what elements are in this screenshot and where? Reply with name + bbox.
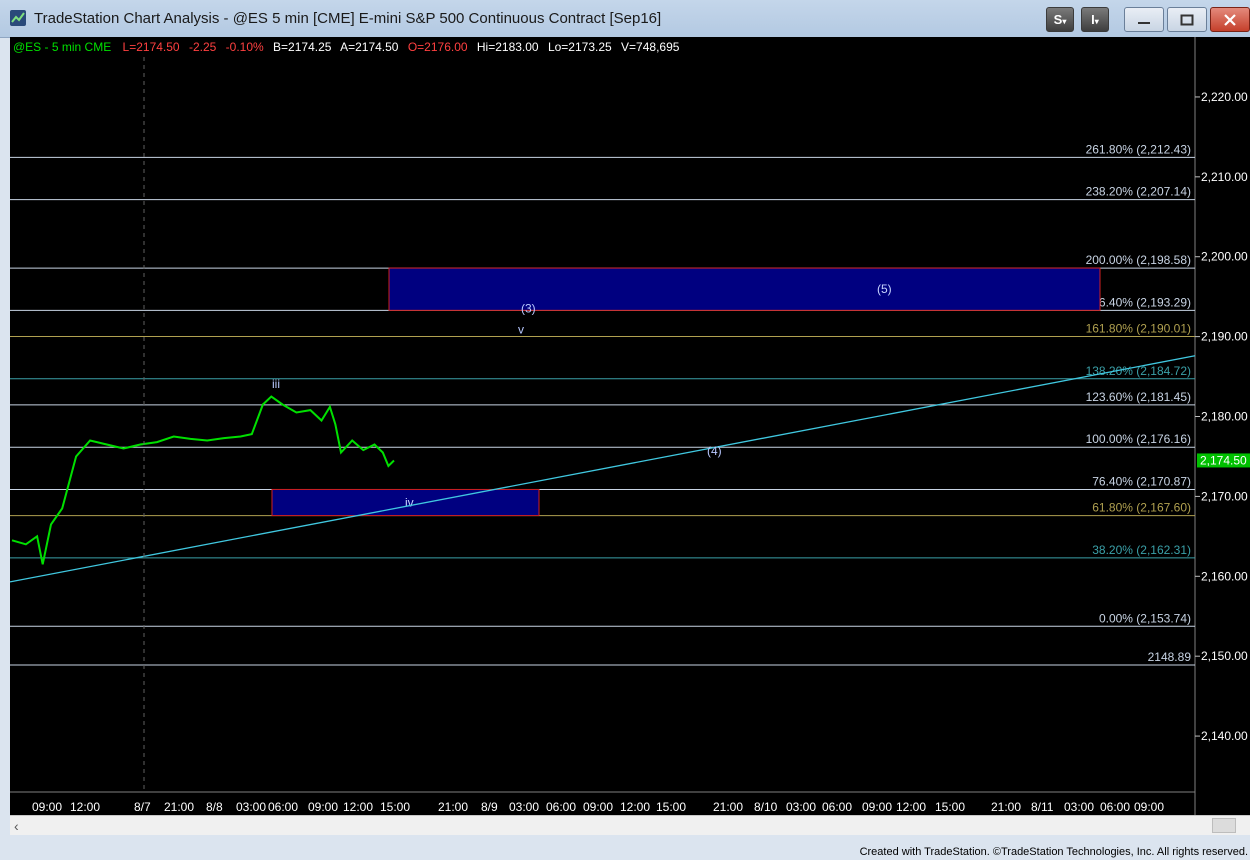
footer-copyright: Created with TradeStation. ©TradeStation…	[859, 846, 1248, 858]
fib-level-label: 200.00% (2,198.58)	[1086, 253, 1191, 267]
fib-level-label: 261.80% (2,212.43)	[1086, 142, 1191, 156]
title-bar[interactable]: TradeStation Chart Analysis - @ES 5 min …	[0, 0, 1250, 38]
target-zone	[388, 267, 1101, 311]
x-tick-label: 03:00	[786, 800, 816, 814]
x-tick-label: 8/7	[134, 800, 151, 814]
info-high: Hi=2183.00	[477, 40, 539, 54]
wave-label: iii	[272, 377, 280, 391]
x-tick-label: 09:00	[862, 800, 892, 814]
minimize-icon	[1138, 22, 1150, 24]
y-tick-label: 2,210.00	[1201, 170, 1248, 184]
fibonacci-levels: 261.80% (2,212.43) 238.20% (2,207.14) 200.…	[10, 142, 1195, 666]
trendline[interactable]	[10, 355, 1196, 583]
x-tick-label: 03:00	[1064, 800, 1094, 814]
x-tick-label: 09:00	[583, 800, 613, 814]
y-tick-label: 2,160.00	[1201, 569, 1248, 583]
x-tick-label: 8/9	[481, 800, 498, 814]
x-tick-label: 09:00	[308, 800, 338, 814]
window-title: TradeStation Chart Analysis - @ES 5 min …	[34, 10, 662, 27]
x-tick-label: 12:00	[343, 800, 373, 814]
y-tick-label: 2,190.00	[1201, 330, 1248, 344]
x-tick-label: 06:00	[822, 800, 852, 814]
chart-canvas[interactable]: @ES - 5 min CME L=2174.50 -2.25 -0.10% B…	[10, 37, 1250, 815]
scroll-left-arrow-icon[interactable]: ‹	[14, 817, 30, 835]
x-tick-label: 21:00	[991, 800, 1021, 814]
zone-label: (5)	[877, 282, 892, 296]
x-tick-label: 09:00	[1134, 800, 1164, 814]
wave-label: (3)	[521, 302, 536, 316]
x-tick-label: 15:00	[380, 800, 410, 814]
fib-level-label: 176.40% (2,193.29)	[1086, 295, 1191, 309]
chart-window: TradeStation Chart Analysis - @ES 5 min …	[0, 0, 1250, 860]
fib-level-label: 123.60% (2,181.45)	[1086, 390, 1191, 404]
s-menu-button[interactable]: S▾	[1046, 7, 1074, 32]
minimize-button[interactable]	[1124, 7, 1164, 32]
fib-level-label: 76.40% (2,170.87)	[1092, 474, 1191, 488]
info-bar: @ES - 5 min CME L=2174.50 -2.25 -0.10% B…	[13, 40, 680, 54]
y-tick-label: 2,220.00	[1201, 90, 1248, 104]
price-line	[11, 395, 395, 565]
price-series	[11, 395, 395, 565]
x-tick-label: 06:00	[546, 800, 576, 814]
fib-level-label: 38.20% (2,162.31)	[1092, 543, 1191, 557]
y-tick-label: 2,200.00	[1201, 250, 1248, 264]
maximize-icon	[1180, 14, 1194, 26]
target-zones: (5) iv	[271, 267, 1101, 517]
x-tick-label: 03:00	[236, 800, 266, 814]
y-tick-label: 2,180.00	[1201, 410, 1248, 424]
info-change-pct: -0.10%	[226, 40, 264, 54]
zone-label: iv	[405, 496, 414, 510]
x-tick-label: 12:00	[70, 800, 100, 814]
fib-level-label: 161.80% (2,190.01)	[1086, 322, 1191, 336]
x-tick-label: 03:00	[509, 800, 539, 814]
scroll-thumb[interactable]	[1212, 818, 1236, 833]
close-button[interactable]	[1210, 7, 1250, 32]
x-tick-label: 06:00	[1100, 800, 1130, 814]
y-tick-label: 2,140.00	[1201, 729, 1248, 743]
dropdown-arrow-icon: ▾	[1062, 17, 1067, 26]
horizontal-scrollbar[interactable]: ‹	[10, 815, 1250, 835]
x-tick-label: 06:00	[268, 800, 298, 814]
x-tick-label: 12:00	[896, 800, 926, 814]
price-axis: 2,220.00 2,210.00 2,200.00 2,190.00 2,180.00…	[1194, 37, 1250, 815]
wave-labels: iii (3) v (4)	[272, 302, 722, 458]
dropdown-arrow-icon: ▾	[1094, 17, 1099, 26]
info-low: Lo=2173.25	[548, 40, 612, 54]
y-tick-label: 2,150.00	[1201, 649, 1248, 663]
x-tick-label: 8/8	[206, 800, 223, 814]
time-axis: 09:00 12:00 8/7 21:00 8/8 03:00 06:00 09:00 12:0…	[10, 57, 1195, 814]
wave-label: (4)	[707, 444, 722, 458]
maximize-button[interactable]	[1167, 7, 1207, 32]
info-symbol: @ES - 5 min CME	[13, 40, 111, 54]
fib-level-label: 0.00% (2,153.74)	[1099, 611, 1191, 625]
info-ask: A=2174.50	[340, 40, 399, 54]
x-tick-label: 21:00	[164, 800, 194, 814]
x-tick-label: 15:00	[656, 800, 686, 814]
y-tick-label: 2,170.00	[1201, 489, 1248, 503]
info-last: L=2174.50	[123, 40, 180, 54]
info-volume: V=748,695	[621, 40, 680, 54]
x-tick-label: 15:00	[935, 800, 965, 814]
info-bid: B=2174.25	[273, 40, 332, 54]
fib-level-label: 238.20% (2,207.14)	[1086, 185, 1191, 199]
price-chart[interactable]: @ES - 5 min CME L=2174.50 -2.25 -0.10% B…	[10, 37, 1250, 815]
fib-level-label: 138.20% (2,184.72)	[1086, 364, 1191, 378]
info-open: O=2176.00	[408, 40, 468, 54]
tradestation-app-icon	[10, 10, 26, 26]
wave-label: v	[518, 322, 524, 336]
x-tick-label: 8/10	[754, 800, 778, 814]
i-menu-button[interactable]: I▾	[1081, 7, 1109, 32]
fib-level-label: 61.80% (2,167.60)	[1092, 501, 1191, 515]
fib-level-label: 2148.89	[1148, 650, 1192, 664]
x-tick-label: 09:00	[32, 800, 62, 814]
x-tick-label: 21:00	[713, 800, 743, 814]
x-tick-label: 12:00	[620, 800, 650, 814]
x-tick-label: 21:00	[438, 800, 468, 814]
close-icon	[1224, 14, 1236, 26]
info-change: -2.25	[189, 40, 217, 54]
trendline-segment[interactable]	[10, 355, 1196, 583]
fib-level-label: 100.00% (2,176.16)	[1086, 432, 1191, 446]
x-tick-label: 8/11	[1031, 800, 1054, 814]
last-price-label: 2,174.50	[1200, 453, 1247, 467]
